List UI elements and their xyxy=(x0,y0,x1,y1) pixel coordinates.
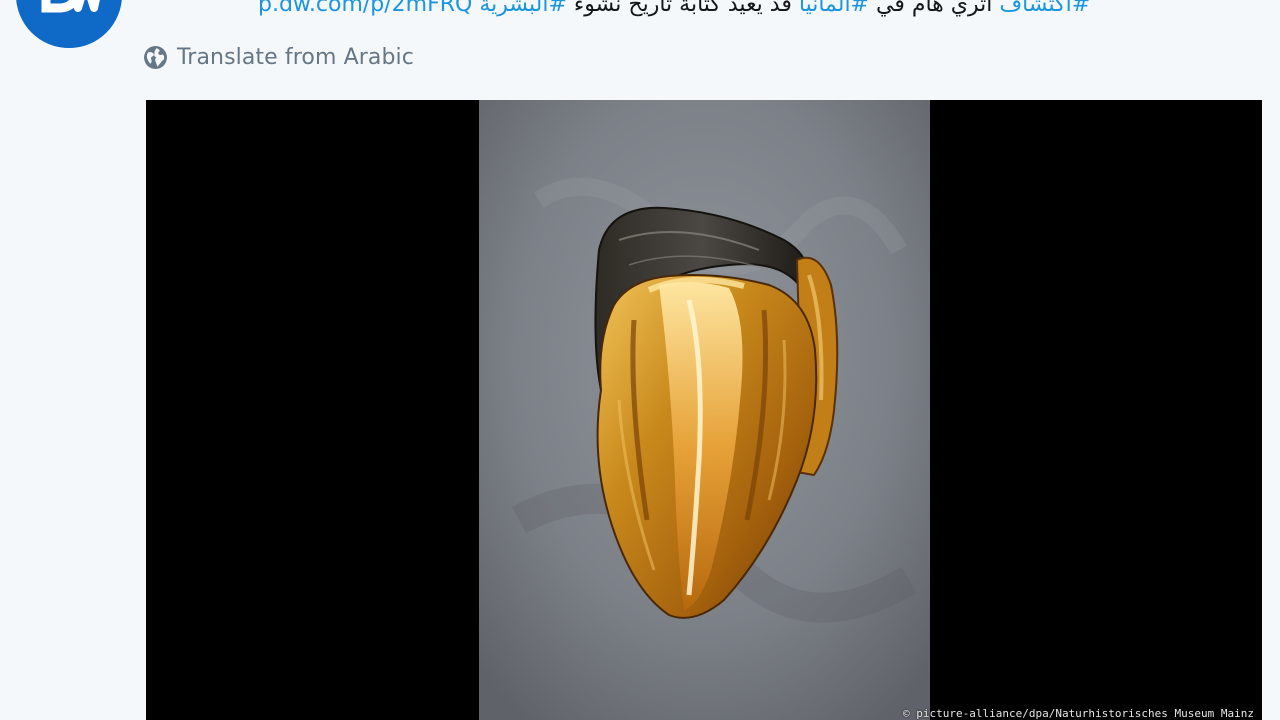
globe-icon xyxy=(144,45,167,69)
tweet-arabic-text: #اكتشاف أثري هام في #ألمانيا قد يعيد كتا… xyxy=(479,0,1090,17)
hashtag-humanity[interactable]: #البشرية xyxy=(479,0,567,17)
translate-label: Translate from Arabic xyxy=(177,44,414,70)
hashtag-discovery[interactable]: #اكتشاف xyxy=(999,0,1090,17)
tweet-link[interactable]: p.dw.com/p/2mFRQ xyxy=(258,0,472,17)
tweet-text-part: قد يعيد كتابة تاريخ نشوء xyxy=(566,0,799,17)
dw-logo-icon xyxy=(16,0,122,48)
dw-avatar[interactable] xyxy=(16,0,122,48)
hashtag-germany[interactable]: #ألمانيا xyxy=(799,0,869,17)
translate-button[interactable]: Translate from Arabic xyxy=(143,42,414,72)
fossil-tooth-image xyxy=(479,100,930,720)
tweet-text: p.dw.com/p/2mFRQ #اكتشاف أثري هام في #أل… xyxy=(258,0,1206,20)
tweet-media[interactable]: © picture-alliance/dpa/Naturhistorisches… xyxy=(146,100,1262,720)
tweet-text-part: أثري هام في xyxy=(869,0,1000,17)
tooth-photo xyxy=(479,100,930,720)
photo-credit: © picture-alliance/dpa/Naturhistorisches… xyxy=(903,707,1254,720)
tweet-view: p.dw.com/p/2mFRQ #اكتشاف أثري هام في #أل… xyxy=(0,0,1280,720)
